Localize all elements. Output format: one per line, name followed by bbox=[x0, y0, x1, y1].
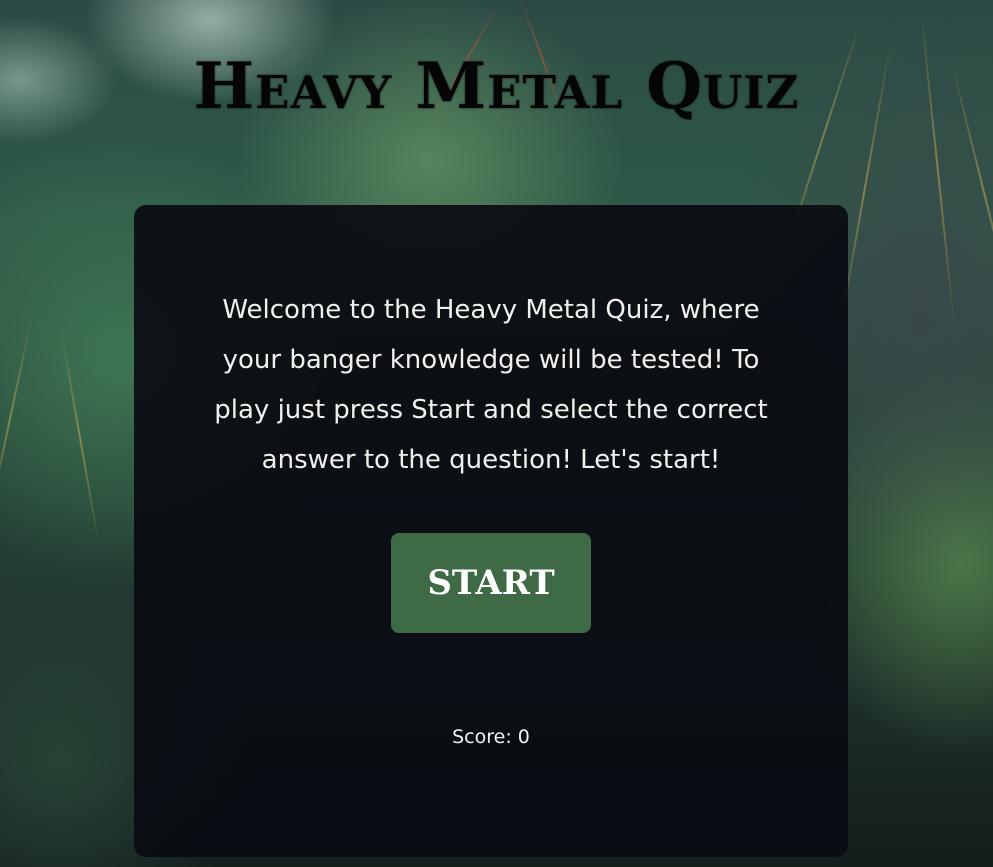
score-value: 0 bbox=[517, 726, 530, 748]
welcome-text: Welcome to the Heavy Metal Quiz, where y… bbox=[214, 295, 768, 475]
start-button[interactable]: START bbox=[391, 533, 591, 633]
page-title: Heavy Metal Quiz bbox=[193, 49, 800, 124]
score-label: Score: bbox=[452, 726, 512, 748]
score-display: Score: 0 bbox=[391, 726, 591, 748]
